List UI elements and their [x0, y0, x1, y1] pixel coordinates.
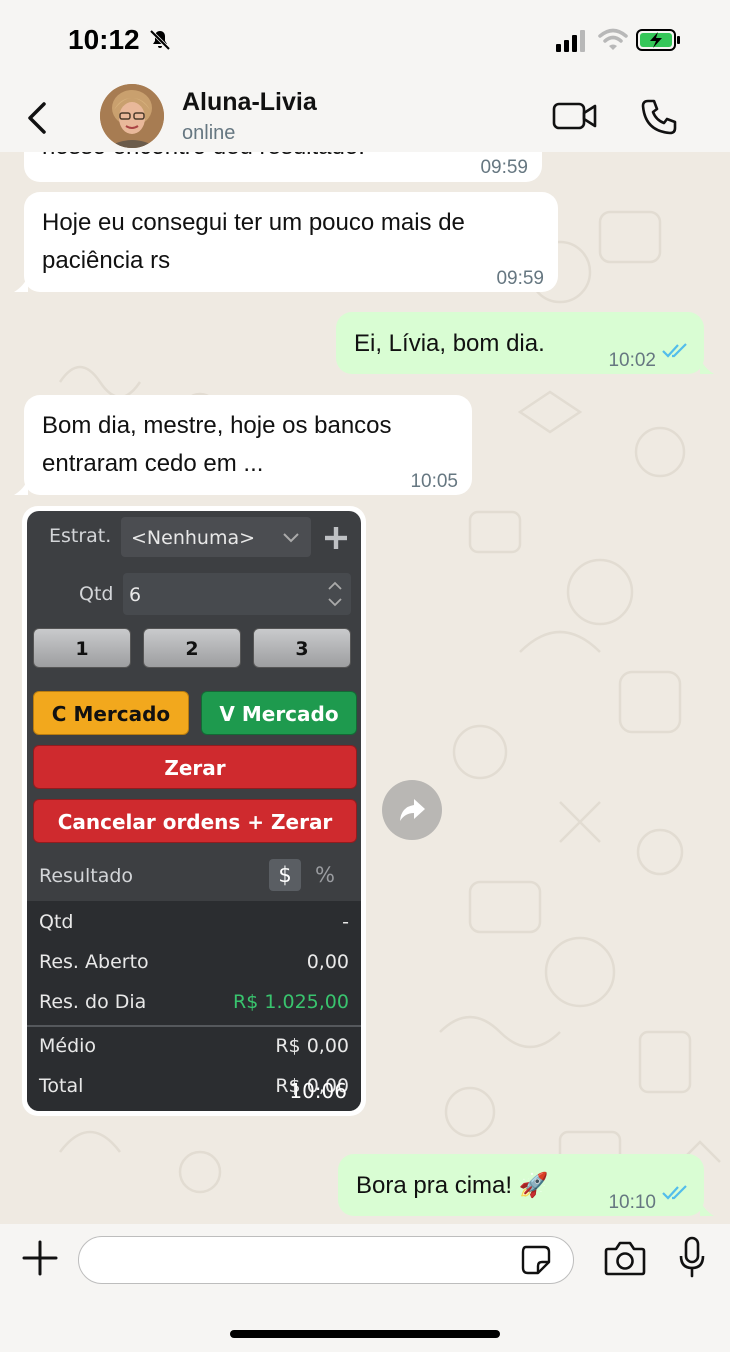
message-text-line: entraram cedo em ... [42, 450, 264, 477]
message-time: 10:10 [608, 1192, 656, 1213]
qty-label: Qtd [79, 583, 114, 605]
message-time: 10:06 [289, 1079, 347, 1103]
message-text-line: Bom dia, mestre, hoje os bancos [42, 412, 392, 439]
zero-button: Zerar [33, 745, 357, 789]
buy-market-button: C Mercado [33, 691, 189, 735]
status-bar: 10:12 [0, 0, 730, 80]
message-text-line: Hoje eu consegui ter um pouco mais de [42, 209, 465, 236]
message-text: Bora pra cima! 🚀 [356, 1172, 549, 1199]
result-row: Qtd - [27, 903, 361, 943]
bubble-tail [14, 479, 28, 495]
percent-toggle: % [315, 863, 335, 887]
message-text: nosso encontro deu resultado. [42, 152, 365, 166]
result-row-value: R$ 1.025,00 [233, 991, 349, 1013]
home-indicator[interactable] [230, 1330, 500, 1338]
result-row-label: Qtd [39, 911, 74, 933]
message-time: 10:02 [608, 350, 656, 371]
stepper-icon [328, 581, 342, 607]
qty-input: 6 [123, 573, 351, 615]
trading-panel-image: Estrat. <Nenhuma> Qtd 6 1 2 3 C Mercado … [27, 511, 361, 1111]
strategy-value: <Nenhuma> [131, 527, 256, 549]
result-label: Resultado [39, 865, 134, 887]
bubble-tail [700, 1200, 714, 1216]
message-incoming[interactable]: Bom dia, mestre, hoje os bancos entraram… [24, 395, 472, 495]
phone-call-icon[interactable] [640, 98, 678, 136]
chat-area[interactable]: nosso encontro deu resultado. 09:59 Hoje… [0, 152, 730, 1224]
video-call-icon[interactable] [552, 100, 598, 132]
signal-icon [556, 30, 585, 52]
message-incoming[interactable]: nosso encontro deu resultado. 09:59 [24, 152, 542, 182]
message-time: 10:05 [410, 471, 458, 492]
bubble-tail [14, 276, 28, 292]
result-row-label: Total [39, 1075, 84, 1097]
result-row: Médio R$ 0,00 [27, 1027, 361, 1067]
result-row: Res. Aberto 0,00 [27, 943, 361, 983]
message-text-line: paciência rs [42, 247, 171, 274]
result-row-label: Res. do Dia [39, 991, 147, 1013]
read-ticks-icon [662, 343, 687, 358]
message-text: Ei, Lívia, bom dia. [354, 330, 545, 357]
strategy-label: Estrat. [49, 525, 112, 547]
microphone-icon[interactable] [678, 1236, 706, 1278]
chevron-down-icon [283, 533, 299, 543]
message-outgoing[interactable]: Bora pra cima! 🚀 10:10 [338, 1154, 704, 1216]
quick-qty-button: 3 [253, 628, 351, 668]
sticker-icon[interactable] [520, 1244, 552, 1276]
result-header: Resultado $ % [27, 851, 361, 901]
attach-plus-icon[interactable] [20, 1238, 60, 1278]
result-row-label: Médio [39, 1035, 97, 1057]
strategy-select: <Nenhuma> [121, 517, 311, 557]
chat-header: Aluna-Livia online [0, 80, 730, 152]
result-row-label: Res. Aberto [39, 951, 149, 973]
contact-status: online [182, 122, 236, 144]
back-icon[interactable] [22, 98, 52, 138]
currency-toggle: $ [269, 859, 301, 891]
add-strategy-icon [325, 527, 347, 549]
contact-name[interactable]: Aluna-Livia [182, 88, 317, 117]
forward-button[interactable] [382, 780, 442, 840]
message-time: 09:59 [496, 268, 544, 289]
result-row-value: - [342, 911, 349, 933]
result-row-value: R$ 0,00 [275, 1035, 349, 1057]
forward-icon [400, 799, 425, 821]
quick-qty-button: 2 [143, 628, 241, 668]
battery-icon [636, 29, 680, 51]
bubble-tail [700, 358, 714, 374]
input-bar [0, 1224, 730, 1352]
read-ticks-icon [662, 1185, 687, 1200]
message-time: 09:59 [480, 157, 528, 178]
quick-qty-button: 1 [33, 628, 131, 668]
status-time: 10:12 [68, 24, 140, 55]
qty-value: 6 [129, 584, 142, 606]
sell-market-button: V Mercado [201, 691, 357, 735]
message-outgoing[interactable]: Ei, Lívia, bom dia. 10:02 [336, 312, 704, 374]
bell-off-icon [149, 29, 171, 51]
camera-icon[interactable] [604, 1240, 646, 1276]
cancel-orders-zero-button: Cancelar ordens + Zerar [33, 799, 357, 843]
result-row-value: 0,00 [306, 951, 349, 973]
result-row: Res. do Dia R$ 1.025,00 [27, 983, 361, 1023]
message-input[interactable] [78, 1236, 574, 1284]
wifi-icon [598, 28, 628, 50]
image-message[interactable]: Estrat. <Nenhuma> Qtd 6 1 2 3 C Mercado … [22, 506, 366, 1116]
avatar[interactable] [100, 84, 164, 148]
message-incoming[interactable]: Hoje eu consegui ter um pouco mais de pa… [24, 192, 558, 292]
